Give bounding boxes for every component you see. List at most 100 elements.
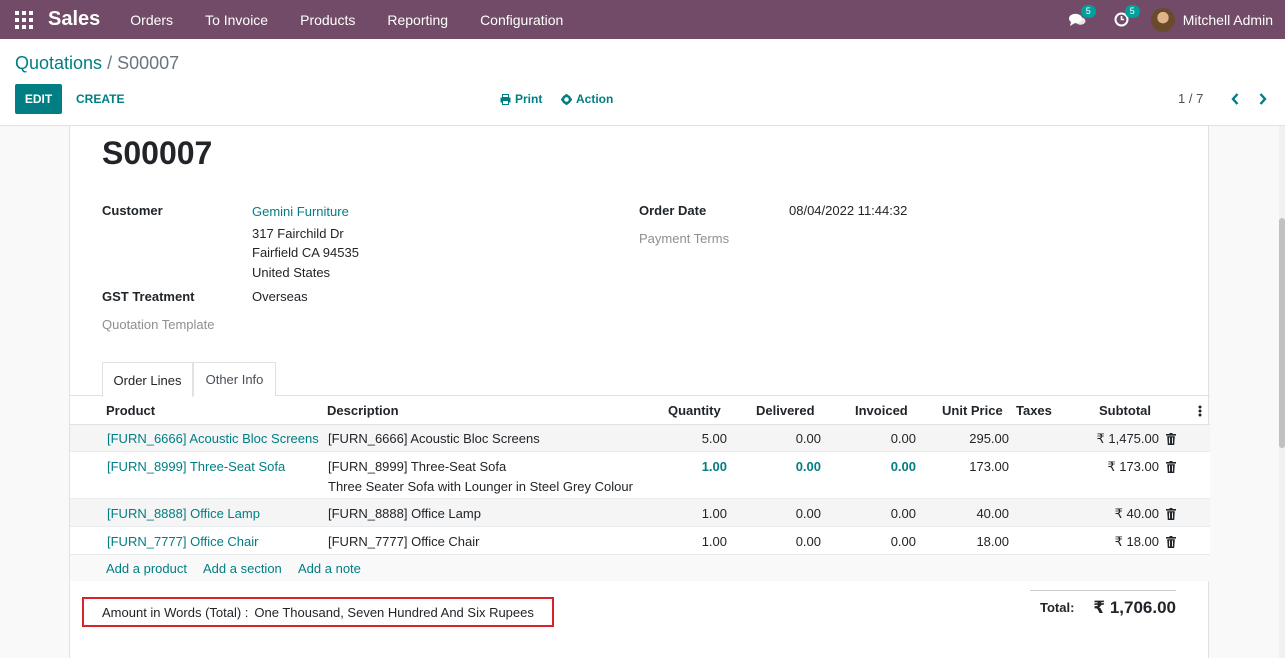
header-invoiced[interactable]: Invoiced (855, 403, 908, 418)
cell-description: [FURN_6666] Acoustic Bloc Screens (328, 431, 540, 446)
customer-address-line3: United States (252, 265, 331, 280)
table-row[interactable]: [FURN_6666] Acoustic Bloc Screens [FURN_… (70, 425, 1210, 452)
cell-invoiced: 0.00 (890, 534, 916, 549)
messages-button[interactable]: 5 (1063, 0, 1096, 39)
cell-unit-price: 295.00 (969, 431, 1009, 446)
add-note-link[interactable]: Add a note (298, 561, 361, 576)
customer-label: Customer (102, 203, 163, 218)
cell-delivered: 0.00 (795, 506, 821, 521)
action-button[interactable]: Action (561, 84, 613, 114)
print-label: Print (515, 92, 543, 106)
menu-configuration[interactable]: Configuration (480, 12, 563, 28)
action-label: Action (576, 92, 614, 106)
cell-description: [FURN_8888] Office Lamp (328, 506, 481, 521)
cell-delivered: 0.00 (795, 459, 821, 474)
apps-menu-icon[interactable] (0, 0, 48, 39)
customer-address-line2: Fairfield CA 94535 (252, 245, 359, 260)
header-quantity[interactable]: Quantity (668, 403, 721, 418)
pager-previous-button[interactable] (1226, 89, 1244, 109)
tab-order-lines[interactable]: Order Lines (102, 362, 193, 397)
payment-terms-label: Payment Terms (639, 231, 730, 246)
header-product[interactable]: Product (106, 403, 155, 418)
column-options-icon[interactable] (1198, 405, 1202, 417)
messages-badge: 5 (1080, 5, 1096, 18)
quotation-template-label: Quotation Template (102, 317, 215, 332)
menu-to-invoice[interactable]: To Invoice (205, 12, 268, 28)
cell-product[interactable]: [FURN_8999] Three-Seat Sofa (107, 459, 285, 474)
cell-delivered: 0.00 (795, 431, 821, 446)
cell-unit-price: 18.00 (976, 534, 1009, 549)
pager-next-button[interactable] (1254, 89, 1272, 109)
cell-description-line2: Three Seater Sofa with Lounger in Steel … (328, 479, 633, 494)
cell-description: [FURN_8999] Three-Seat Sofa (328, 459, 507, 474)
breadcrumb-quotations[interactable]: Quotations (15, 53, 102, 73)
cell-quantity: 1.00 (701, 534, 727, 549)
chevron-right-icon (1259, 93, 1267, 105)
form-sheet: S00007 Customer Gemini Furniture 317 Fai… (69, 126, 1210, 658)
cell-quantity: 5.00 (701, 431, 727, 446)
chevron-left-icon (1231, 93, 1239, 105)
top-navbar: Sales Orders To Invoice Products Reporti… (0, 0, 1285, 39)
add-line-row: Add a product Add a section Add a note (70, 555, 1210, 581)
cell-delivered: 0.00 (795, 534, 821, 549)
trash-icon[interactable] (1166, 536, 1176, 548)
activities-button[interactable]: 5 (1107, 0, 1140, 39)
add-section-link[interactable]: Add a section (203, 561, 282, 576)
breadcrumb: Quotations / S00007 (15, 53, 179, 74)
total-label: Total: (1040, 600, 1075, 615)
cell-product[interactable]: [FURN_6666] Acoustic Bloc Screens (107, 431, 319, 446)
total-value: ₹ 1,706.00 (1093, 598, 1176, 617)
cell-subtotal: ₹ 1,475.00 (1096, 431, 1160, 446)
header-description[interactable]: Description (327, 403, 399, 418)
user-name[interactable]: Mitchell Admin (1183, 12, 1273, 28)
trash-icon[interactable] (1166, 508, 1176, 520)
add-product-link[interactable]: Add a product (106, 561, 187, 576)
trash-icon[interactable] (1166, 433, 1176, 445)
pager-value[interactable]: 1 / 7 (1178, 91, 1203, 106)
cell-subtotal: ₹ 40.00 (1114, 506, 1159, 521)
table-row[interactable]: [FURN_7777] Office Chair [FURN_7777] Off… (70, 527, 1210, 555)
cell-subtotal: ₹ 18.00 (1114, 534, 1159, 549)
cell-invoiced: 0.00 (890, 431, 916, 446)
cell-unit-price: 173.00 (969, 459, 1009, 474)
order-title: S00007 (102, 135, 213, 171)
order-date-label: Order Date (639, 203, 707, 218)
activities-badge: 5 (1124, 5, 1140, 18)
edit-button[interactable]: EDIT (15, 84, 62, 114)
customer-link[interactable]: Gemini Furniture (252, 204, 349, 219)
menu-products[interactable]: Products (300, 12, 355, 28)
breadcrumb-separator: / (107, 53, 113, 73)
cell-invoiced: 0.00 (890, 459, 916, 474)
create-button[interactable]: CREATE (72, 84, 128, 114)
cell-quantity: 1.00 (701, 459, 727, 474)
menu-reporting[interactable]: Reporting (387, 12, 448, 28)
table-row[interactable]: [FURN_8999] Three-Seat Sofa [FURN_8999] … (70, 452, 1210, 499)
table-row[interactable]: [FURN_8888] Office Lamp [FURN_8888] Offi… (70, 499, 1210, 527)
control-panel: Quotations / S00007 EDIT CREATE Print Ac… (0, 39, 1285, 126)
trash-icon[interactable] (1166, 461, 1176, 473)
amount-in-words-label: Amount in Words (Total) : (102, 604, 249, 620)
app-brand[interactable]: Sales (48, 8, 100, 31)
header-delivered[interactable]: Delivered (756, 403, 815, 418)
amount-in-words-value: One Thousand, Seven Hundred And Six Rupe… (254, 604, 534, 620)
tab-other-info[interactable]: Other Info (193, 362, 276, 396)
header-subtotal[interactable]: Subtotal (1099, 403, 1151, 418)
notebook-tabs: Order Lines Other Info (70, 362, 1210, 397)
header-unit-price[interactable]: Unit Price (942, 403, 1003, 418)
page-scrollbar-thumb[interactable] (1279, 218, 1285, 448)
gst-treatment-value: Overseas (252, 289, 308, 304)
gst-treatment-label: GST Treatment (102, 289, 195, 304)
print-button[interactable]: Print (500, 84, 542, 114)
cell-product[interactable]: [FURN_8888] Office Lamp (107, 506, 260, 521)
menu-orders[interactable]: Orders (130, 12, 173, 28)
order-date-value: 08/04/2022 11:44:32 (789, 203, 908, 218)
cell-invoiced: 0.00 (890, 506, 916, 521)
amount-in-words: Amount in Words (Total) : One Thousand, … (82, 597, 554, 627)
cell-product[interactable]: [FURN_7777] Office Chair (107, 534, 259, 549)
breadcrumb-current: S00007 (117, 53, 180, 73)
header-taxes[interactable]: Taxes (1016, 403, 1052, 418)
cell-subtotal: ₹ 173.00 (1107, 459, 1159, 474)
cell-unit-price: 40.00 (976, 506, 1009, 521)
gear-icon (561, 93, 572, 105)
user-avatar[interactable] (1150, 7, 1175, 32)
